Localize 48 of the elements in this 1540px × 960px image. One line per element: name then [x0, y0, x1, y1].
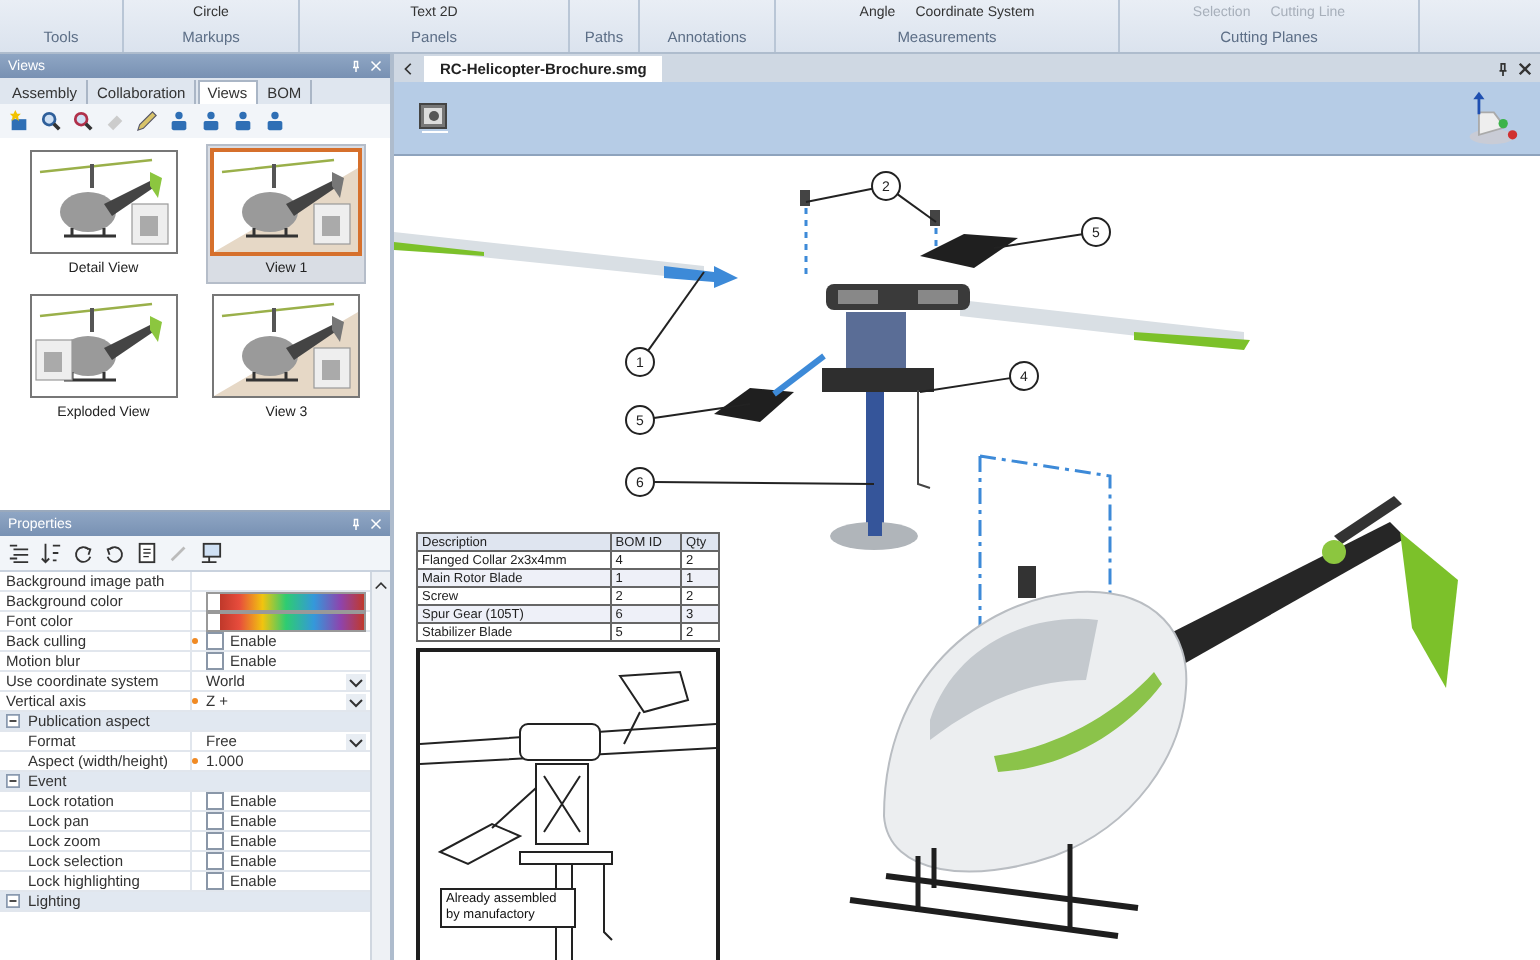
checkbox[interactable]	[206, 632, 224, 650]
stabilizer-blade	[714, 388, 794, 422]
categorized-icon[interactable]	[8, 542, 30, 564]
checkbox[interactable]	[206, 832, 224, 850]
leader-line	[896, 193, 937, 223]
leader-line	[805, 187, 874, 203]
stabilizer-blade	[920, 234, 1018, 268]
search-icon[interactable]	[72, 110, 94, 132]
chevron-down-icon[interactable]	[346, 693, 366, 709]
color-swatch[interactable]	[206, 591, 366, 611]
document-icon[interactable]	[136, 542, 158, 564]
image-icon[interactable]	[418, 102, 450, 134]
user-icon[interactable]	[232, 110, 254, 132]
rotate-icon[interactable]	[72, 542, 94, 564]
pin-icon[interactable]	[1496, 61, 1510, 75]
axis-gizmo-icon[interactable]	[1464, 90, 1520, 146]
collapse-icon[interactable]	[6, 774, 20, 788]
sort-icon[interactable]	[40, 542, 62, 564]
star-icon[interactable]	[8, 110, 30, 132]
monitor-icon[interactable]	[200, 542, 222, 564]
screw	[930, 210, 940, 226]
rotor-head	[826, 284, 970, 310]
rotate-icon[interactable]	[104, 542, 126, 564]
user-icon[interactable]	[168, 110, 190, 132]
collapse-icon[interactable]	[6, 714, 20, 728]
close-icon[interactable]	[1518, 61, 1532, 75]
user-icon[interactable]	[264, 110, 286, 132]
dashed-line	[804, 208, 808, 280]
chevron-down-icon[interactable]	[346, 733, 366, 749]
user-icon[interactable]	[200, 110, 222, 132]
checkbox[interactable]	[206, 652, 224, 670]
pencil-icon[interactable]	[136, 110, 158, 132]
screw	[800, 190, 810, 206]
scrollbar[interactable]	[370, 572, 390, 960]
chevron-left-icon[interactable]	[402, 61, 416, 75]
linkage-rod	[772, 353, 826, 397]
checkbox[interactable]	[206, 812, 224, 830]
chevron-down-icon[interactable]	[346, 673, 366, 689]
checkbox[interactable]	[206, 872, 224, 890]
checkbox[interactable]	[206, 792, 224, 810]
direction-arrow	[664, 266, 738, 288]
collapse-icon[interactable]	[6, 894, 20, 908]
leader-line	[919, 377, 1012, 393]
scroll-up-icon[interactable]	[374, 578, 388, 592]
color-swatch[interactable]	[206, 611, 366, 631]
checkbox[interactable]	[206, 852, 224, 870]
leader-line	[647, 271, 705, 352]
search-icon[interactable]	[40, 110, 62, 132]
